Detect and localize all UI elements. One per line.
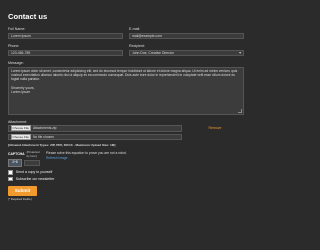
attachment-row-1: Choose File Attachments.zip Remove: [8, 125, 244, 132]
message-paragraph: Lorem ipsum dolor sit amet, consectetur …: [11, 69, 238, 82]
send-copy-option[interactable]: Send a copy to yourself: [8, 169, 244, 175]
newsletter-label: Subscribe our newsletter: [15, 176, 55, 181]
email-label: E-mail:: [129, 27, 141, 31]
phone-field[interactable]: 123-456-789: [8, 49, 123, 56]
contact-form: Contact us Full Name: Lorem Ipsum E-mail…: [8, 12, 244, 201]
resize-handle[interactable]: [238, 108, 242, 113]
name-email-row: Full Name: Lorem Ipsum E-mail: mail@exam…: [8, 27, 244, 39]
chevron-down-icon: ▾: [239, 50, 241, 55]
file-input-2[interactable]: Choose File No file chosen: [8, 133, 182, 141]
captcha-answer-input[interactable]: [24, 160, 40, 166]
remove-attachment-link[interactable]: Remove: [186, 126, 244, 130]
captcha-title: CAPTCHA: [8, 152, 25, 157]
full-name-label: Full Name:: [8, 27, 26, 31]
message-textarea[interactable]: Lorem ipsum dolor sit amet, consectetur …: [8, 66, 244, 115]
file-name: Attachments.zip: [33, 126, 57, 131]
captcha-equation: 2+8: [8, 159, 22, 167]
message-label: Message:: [8, 60, 24, 65]
send-copy-checkbox[interactable]: [8, 169, 13, 175]
file-input-1[interactable]: Choose File Attachments.zip: [8, 125, 182, 132]
attachment-note: [Allowed Attachment Types: ZIP, PDF, DOC…: [8, 143, 116, 148]
newsletter-option[interactable]: Subscribe our newsletter: [8, 176, 244, 182]
file-name: No file chosen: [33, 135, 54, 140]
refresh-image-link[interactable]: Refresh image: [46, 156, 127, 160]
phone-recipient-row: Phone: 123-456-789 Recipient: John Doe, …: [8, 44, 244, 56]
recipient-value: John Doe, Creative Director: [132, 50, 174, 55]
attachment-label: Attachment:: [8, 119, 28, 124]
recipient-select[interactable]: John Doe, Creative Director ▾: [129, 49, 244, 56]
choose-file-button[interactable]: Choose File: [10, 125, 32, 132]
submit-button[interactable]: Submit: [8, 186, 37, 197]
attachment-row-2: Choose File No file chosen: [8, 133, 182, 141]
recipient-label: Recipient:: [129, 43, 145, 48]
full-name-field[interactable]: Lorem Ipsum: [8, 32, 123, 39]
email-field[interactable]: mail@example.com: [129, 32, 244, 39]
phone-label: Phone:: [8, 43, 20, 48]
page-title: Contact us: [8, 12, 48, 21]
choose-file-button[interactable]: Choose File: [10, 134, 32, 141]
newsletter-checkbox[interactable]: [8, 176, 13, 182]
captcha-section: CAPTCHA (Protected by form) 2+8 Please s…: [8, 150, 244, 167]
required-fields-note: (* Required Fields.): [8, 197, 33, 202]
captcha-protected-label: (Protected by form): [26, 150, 40, 159]
send-copy-label: Send a copy to yourself: [15, 170, 53, 175]
message-signature: Lorem Ipsum: [11, 89, 31, 94]
